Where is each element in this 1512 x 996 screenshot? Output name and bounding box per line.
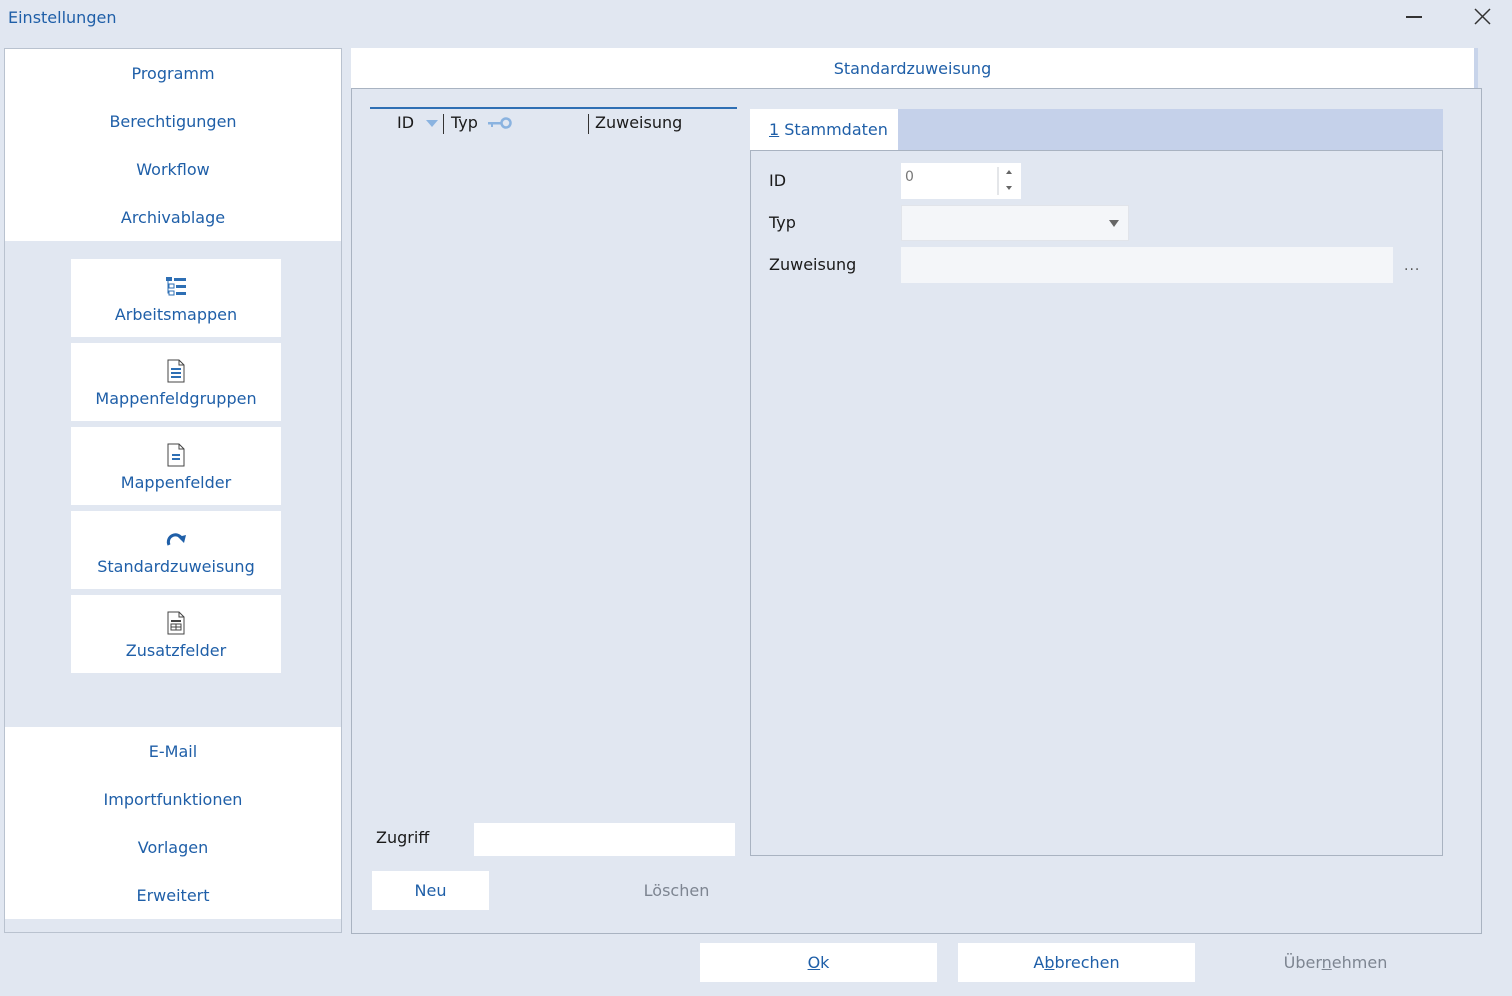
zugriff-label: Zugriff [376,828,430,847]
nav-top-group: Programm Berechtigungen Workflow Archiva… [5,49,341,241]
settings-navigation: Programm Berechtigungen Workflow Archiva… [4,48,342,933]
id-value: 0 [905,169,914,185]
id-spinbox[interactable]: 0 [901,163,1021,199]
id-label: ID [769,171,787,190]
tab-stammdaten[interactable]: 1 Stammdaten [750,109,898,151]
nav-item-email[interactable]: E-Mail [5,727,341,775]
browse-button[interactable]: ... [1404,258,1420,274]
cancel-label-pre: A [1033,953,1045,972]
minimize-button[interactable] [1398,0,1432,34]
apply-label-pre: Über [1283,953,1322,972]
ok-accelerator: O [807,953,821,972]
list-header: ID Typ Zuweisung [370,107,737,137]
column-header-typ[interactable]: Typ [451,113,478,132]
document-field-icon [167,443,185,467]
document-table-icon [167,611,185,635]
key-icon [488,117,512,129]
tab-accelerator-key: 1 [769,120,780,139]
tab-label: Stammdaten [779,120,888,139]
nav-tile-mappenfeldgruppen[interactable]: Mappenfeldgruppen [71,343,281,421]
nav-tile-mappenfelder[interactable]: Mappenfelder [71,427,281,505]
spin-arrows-icon[interactable] [997,163,1021,199]
nav-tile-label: Arbeitsmappen [114,305,238,324]
nav-tile-label: Mappenfelder [120,473,232,492]
panel-title: Standardzuweisung [351,48,1478,88]
nav-tile-zusatzfelder[interactable]: Zusatzfelder [71,595,281,673]
column-header-id[interactable]: ID [397,113,414,132]
nav-tile-arbeitsmappen[interactable]: Arbeitsmappen [71,259,281,337]
cancel-accelerator: b [1044,953,1055,972]
redo-arrow-icon [166,533,186,546]
chevron-down-icon[interactable] [1100,206,1128,240]
document-list-icon [167,359,185,383]
column-header-zuweisung[interactable]: Zuweisung [595,113,682,132]
zuweisung-label: Zuweisung [769,255,857,274]
ok-button[interactable]: Ok [700,943,937,982]
cancel-label-rest: brechen [1054,953,1120,972]
nav-item-workflow[interactable]: Workflow [5,145,341,193]
zuweisung-field[interactable] [901,247,1393,283]
close-button[interactable] [1466,0,1500,34]
column-divider[interactable] [443,114,444,134]
typ-dropdown[interactable] [901,205,1129,241]
nav-tile-label: Standardzuweisung [97,557,255,576]
window-title: Einstellungen [8,8,117,27]
nav-bottom-group: E-Mail Importfunktionen Vorlagen Erweite… [5,727,341,919]
nav-item-vorlagen[interactable]: Vorlagen [5,823,341,871]
nav-item-programm[interactable]: Programm [5,49,341,97]
apply-label-rest: ehmen [1331,953,1388,972]
nav-item-archivablage[interactable]: Archivablage [5,193,341,241]
nav-item-berechtigungen[interactable]: Berechtigungen [5,97,341,145]
nav-item-erweitert[interactable]: Erweitert [5,871,341,919]
nav-tile-label: Mappenfeldgruppen [95,389,257,408]
new-button[interactable]: Neu [372,871,489,910]
cancel-button[interactable]: Abbrechen [958,943,1195,982]
nav-item-importfunktionen[interactable]: Importfunktionen [5,775,341,823]
typ-label: Typ [769,213,796,232]
nav-tile-standardzuweisung[interactable]: Standardzuweisung [71,511,281,589]
apply-button[interactable]: Übernehmen [1217,943,1454,982]
workbook-tree-icon [166,277,186,296]
ok-label-rest: k [820,953,830,972]
sort-descending-icon[interactable] [426,120,438,127]
close-icon [1474,8,1491,25]
zugriff-input[interactable] [474,823,735,856]
column-divider[interactable] [588,114,589,134]
apply-accelerator: n [1321,953,1332,972]
nav-tile-label: Zusatzfelder [125,641,227,660]
delete-button[interactable]: Löschen [618,871,735,910]
